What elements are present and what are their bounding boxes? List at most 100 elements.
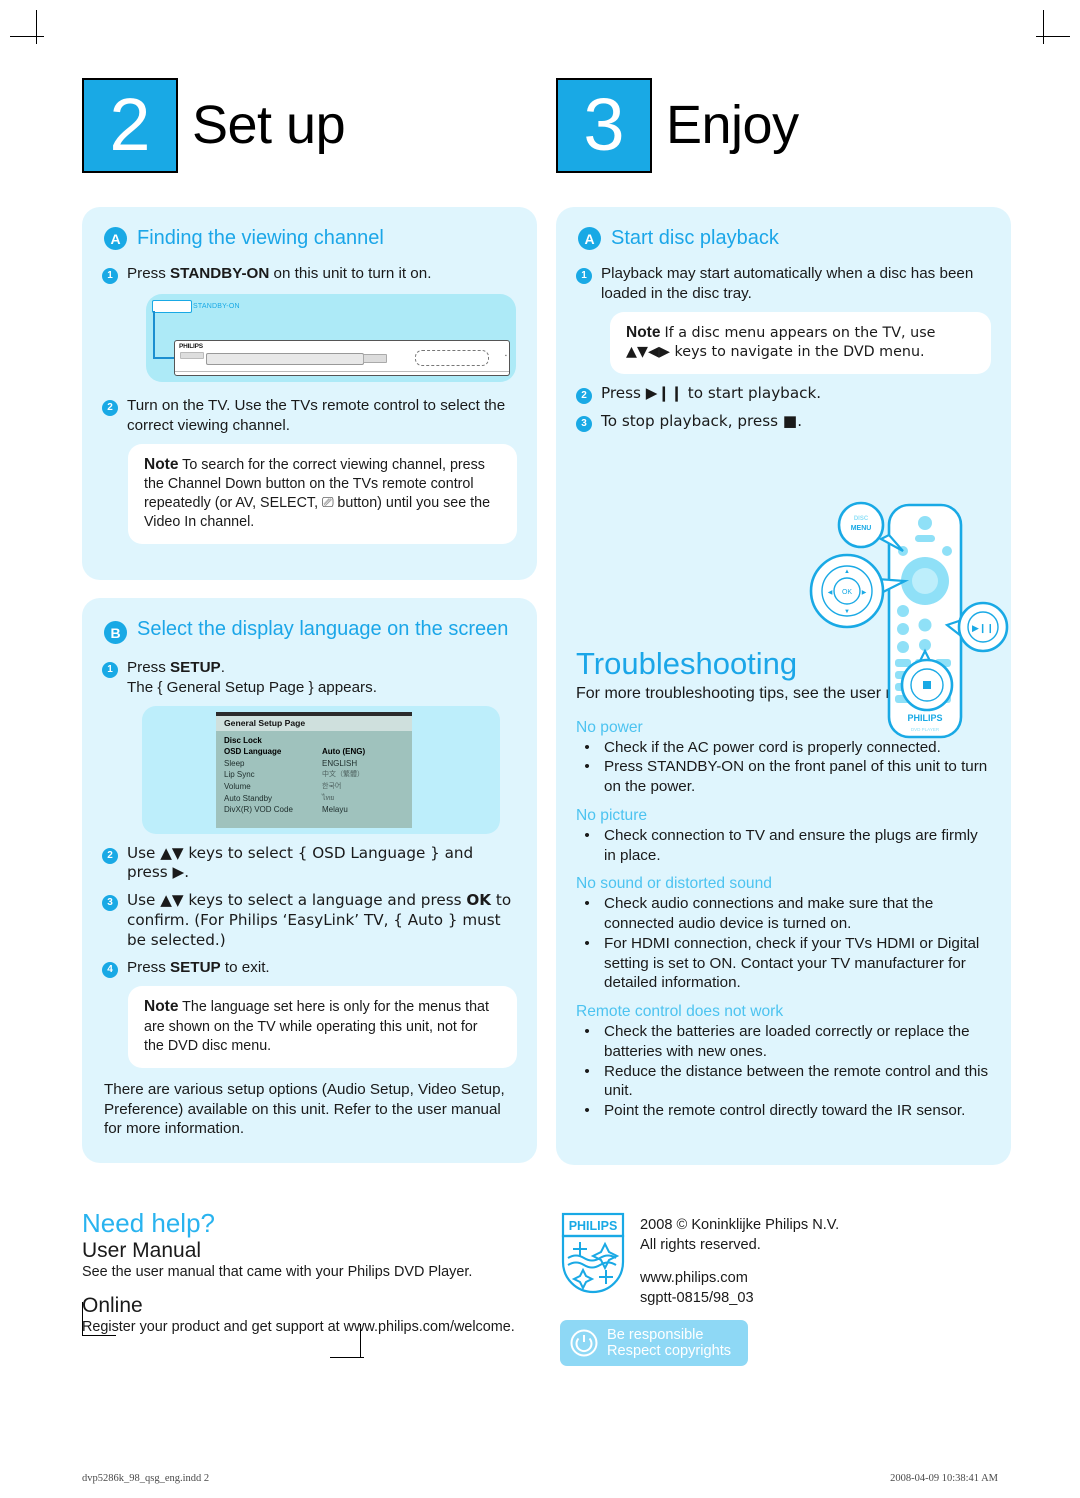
- panel-enjoy: A Start disc playback 1 Playback may sta…: [556, 207, 1011, 1165]
- setup-options-paragraph: There are various setup options (Audio S…: [104, 1080, 505, 1138]
- copyright-website: www.philips.com: [640, 1270, 748, 1287]
- step-item: 2 Turn on the TV. Use the TVs remote con…: [102, 396, 517, 436]
- column-set-up: 2 Set up A Finding the viewing channel 1…: [82, 78, 537, 1164]
- bullet-icon: •: [584, 1062, 590, 1080]
- svg-text:DISC: DISC: [854, 516, 869, 522]
- step-number-dot: 1: [102, 662, 118, 679]
- troubleshooting-item-text: Point the remote control directly toward…: [604, 1102, 966, 1120]
- svg-text:▶: ▶: [862, 590, 867, 596]
- osd-row-label: OSD Language: [224, 747, 282, 757]
- step-number-dot: 1: [102, 268, 118, 284]
- device-display-window: [415, 350, 489, 366]
- troubleshooting-heading: No picture: [576, 806, 648, 824]
- panel-finding-viewing-channel: A Finding the viewing channel 1 Press ST…: [82, 207, 537, 581]
- osd-row-value: ไทย: [322, 794, 335, 802]
- svg-text:▼: ▼: [844, 609, 850, 615]
- troubleshooting-item: • Point the remote control directly towar…: [580, 1101, 991, 1121]
- remote-control-svg: PHILIPS DVD PLAYER DISC MENU OK ▲ ▼ ◀ ▶ …: [809, 501, 1009, 739]
- step-item: 1 Press STANDBY-ON on this unit to turn …: [102, 264, 517, 284]
- svg-text:OK: OK: [842, 589, 852, 596]
- osd-row[interactable]: OSD Language Auto (ENG): [224, 746, 404, 758]
- online-title: Online: [82, 1294, 143, 1317]
- be-responsible-line-2: Respect copyrights: [607, 1343, 732, 1359]
- step-item: 4 Press SETUP to exit.: [102, 958, 517, 979]
- device-brand-label: PHILIPS: [179, 343, 203, 350]
- bullet-icon: •: [584, 738, 590, 756]
- step-text: Use ▲▼ keys to select a language and pre…: [127, 891, 512, 949]
- copyright-symbol-icon: [570, 1329, 598, 1357]
- osd-row[interactable]: Sleep ENGLISH: [224, 758, 404, 770]
- section-a-header: A Start disc playback: [578, 227, 991, 250]
- osd-title: General Setup Page: [216, 715, 412, 731]
- troubleshooting-item-text: Check audio connections and make sure th…: [604, 895, 934, 933]
- device-front-face: PHILIPS ▪▪▪: [174, 340, 510, 376]
- step-text: Press SETUP to exit.: [127, 959, 270, 977]
- standby-on-label: STANDBY-ON: [193, 303, 240, 310]
- user-manual-title: User Manual: [82, 1239, 202, 1262]
- osd-row-value: ENGLISH: [322, 758, 358, 768]
- copyright-doc-code: sgptt-0815/98_03: [640, 1290, 754, 1307]
- standby-button-callout: [152, 300, 192, 313]
- bullet-icon: •: [584, 826, 590, 844]
- step-text: Press SETUP. The { General Setup Page } a…: [127, 659, 377, 696]
- troubleshooting-item: • Reduce the distance between the remote …: [580, 1062, 991, 1102]
- troubleshooting-group: No picture • Check connection to TV and e…: [576, 807, 991, 866]
- troubleshooting-item-text: Reduce the distance between the remote c…: [604, 1062, 989, 1100]
- step-number-dot: 3: [576, 416, 592, 433]
- print-footer-filename: dvp5286k_98_qsg_eng.indd 2: [82, 1473, 210, 1484]
- step-3-number: 3: [556, 78, 652, 173]
- osd-row-label: Disc Lock: [224, 735, 262, 745]
- copyright-line-1: 2008 © Koninklijke Philips N.V.: [640, 1217, 840, 1233]
- note-label: Note: [144, 455, 179, 473]
- osd-row-value: 中文（繁體）: [322, 771, 364, 779]
- crop-mark-tr-h: [1036, 36, 1070, 37]
- device-control-buttons: ▪▪▪: [505, 353, 509, 359]
- osd-row-label: Lip Sync: [224, 770, 255, 780]
- copyright-text: 2008 © Koninklijke Philips N.V. All righ…: [640, 1212, 839, 1309]
- user-manual-text: See the user manual that came with your …: [82, 1264, 473, 1280]
- osd-row[interactable]: DivX(R) VOD Code Melayu: [224, 804, 404, 816]
- callout-line-horizontal: [153, 357, 175, 359]
- osd-row[interactable]: Volume 한국어: [224, 781, 404, 793]
- section-a-badge: A: [104, 227, 127, 250]
- troubleshooting-item: • Check audio connections and make sure t…: [580, 894, 991, 934]
- osd-row-value: Auto (ENG): [322, 747, 366, 757]
- section-b-badge: B: [104, 621, 127, 645]
- note-viewing-channel: Note To search for the correct viewing c…: [128, 443, 517, 545]
- note-text: If a disc menu appears on the TV, use ▲▼…: [626, 324, 936, 361]
- troubleshooting-item-text: Check the batteries are loaded correctly…: [604, 1023, 970, 1060]
- osd-row[interactable]: Auto Standby ไทย: [224, 793, 404, 805]
- panel-select-display-language: B Select the display language on the scr…: [82, 598, 537, 1164]
- section-b-header: B Select the display language on the scr…: [104, 618, 517, 645]
- bullet-icon: •: [584, 1102, 590, 1120]
- troubleshooting-item-text: For HDMI connection, check if your TVs H…: [604, 934, 980, 992]
- step-text: Turn on the TV. Use the TVs remote contr…: [127, 397, 506, 434]
- osd-row[interactable]: Disc Lock: [224, 735, 404, 747]
- step-text: Playback may start automatically when a …: [601, 265, 974, 302]
- note-disc-menu: Note If a disc menu appears on the TV, u…: [610, 311, 991, 375]
- crop-mark-bm-h: [330, 1357, 364, 1358]
- step-item: 1 Press SETUP. The { General Setup Page }…: [102, 658, 517, 698]
- step-3-header: 3 Enjoy: [556, 78, 1011, 183]
- step-2-number: 2: [82, 78, 178, 173]
- osd-row[interactable]: Lip Sync 中文（繁體）: [224, 769, 404, 781]
- svg-text:◀: ◀: [828, 590, 833, 596]
- need-help-block: Need help? User Manual See the user manu…: [82, 1208, 552, 1349]
- device-base-line: [175, 371, 509, 372]
- page-root: 2 Set up A Finding the viewing channel 1…: [0, 0, 1080, 1498]
- step-number-dot: 2: [102, 400, 118, 416]
- step-number-dot: 4: [102, 962, 118, 979]
- osd-screenshot-frame: General Setup Page Disc Lock OSD Languag…: [142, 705, 500, 834]
- be-responsible-text: Be responsible Respect copyrights: [607, 1327, 731, 1360]
- svg-text:▶❙❙: ▶❙❙: [972, 624, 994, 634]
- troubleshooting-group: No sound or distorted sound • Check audio…: [576, 875, 991, 993]
- note-label: Note: [144, 998, 179, 1016]
- troubleshooting-item-text: Press STANDBY-ON on the front panel of t…: [604, 758, 988, 796]
- column-enjoy: 3 Enjoy A Start disc playback 1 Playback…: [556, 78, 1011, 1165]
- step-item: 2 Use ▲▼ keys to select { OSD Language }…: [102, 844, 517, 884]
- osd-rows: Disc Lock OSD Language Auto (ENG) Sleep EN…: [216, 731, 412, 816]
- bullet-icon: •: [584, 758, 590, 776]
- step-text: Press STANDBY-ON on this unit to turn it…: [127, 265, 432, 282]
- crop-mark-tl-v: [36, 10, 37, 44]
- step-3-title: Enjoy: [666, 95, 799, 155]
